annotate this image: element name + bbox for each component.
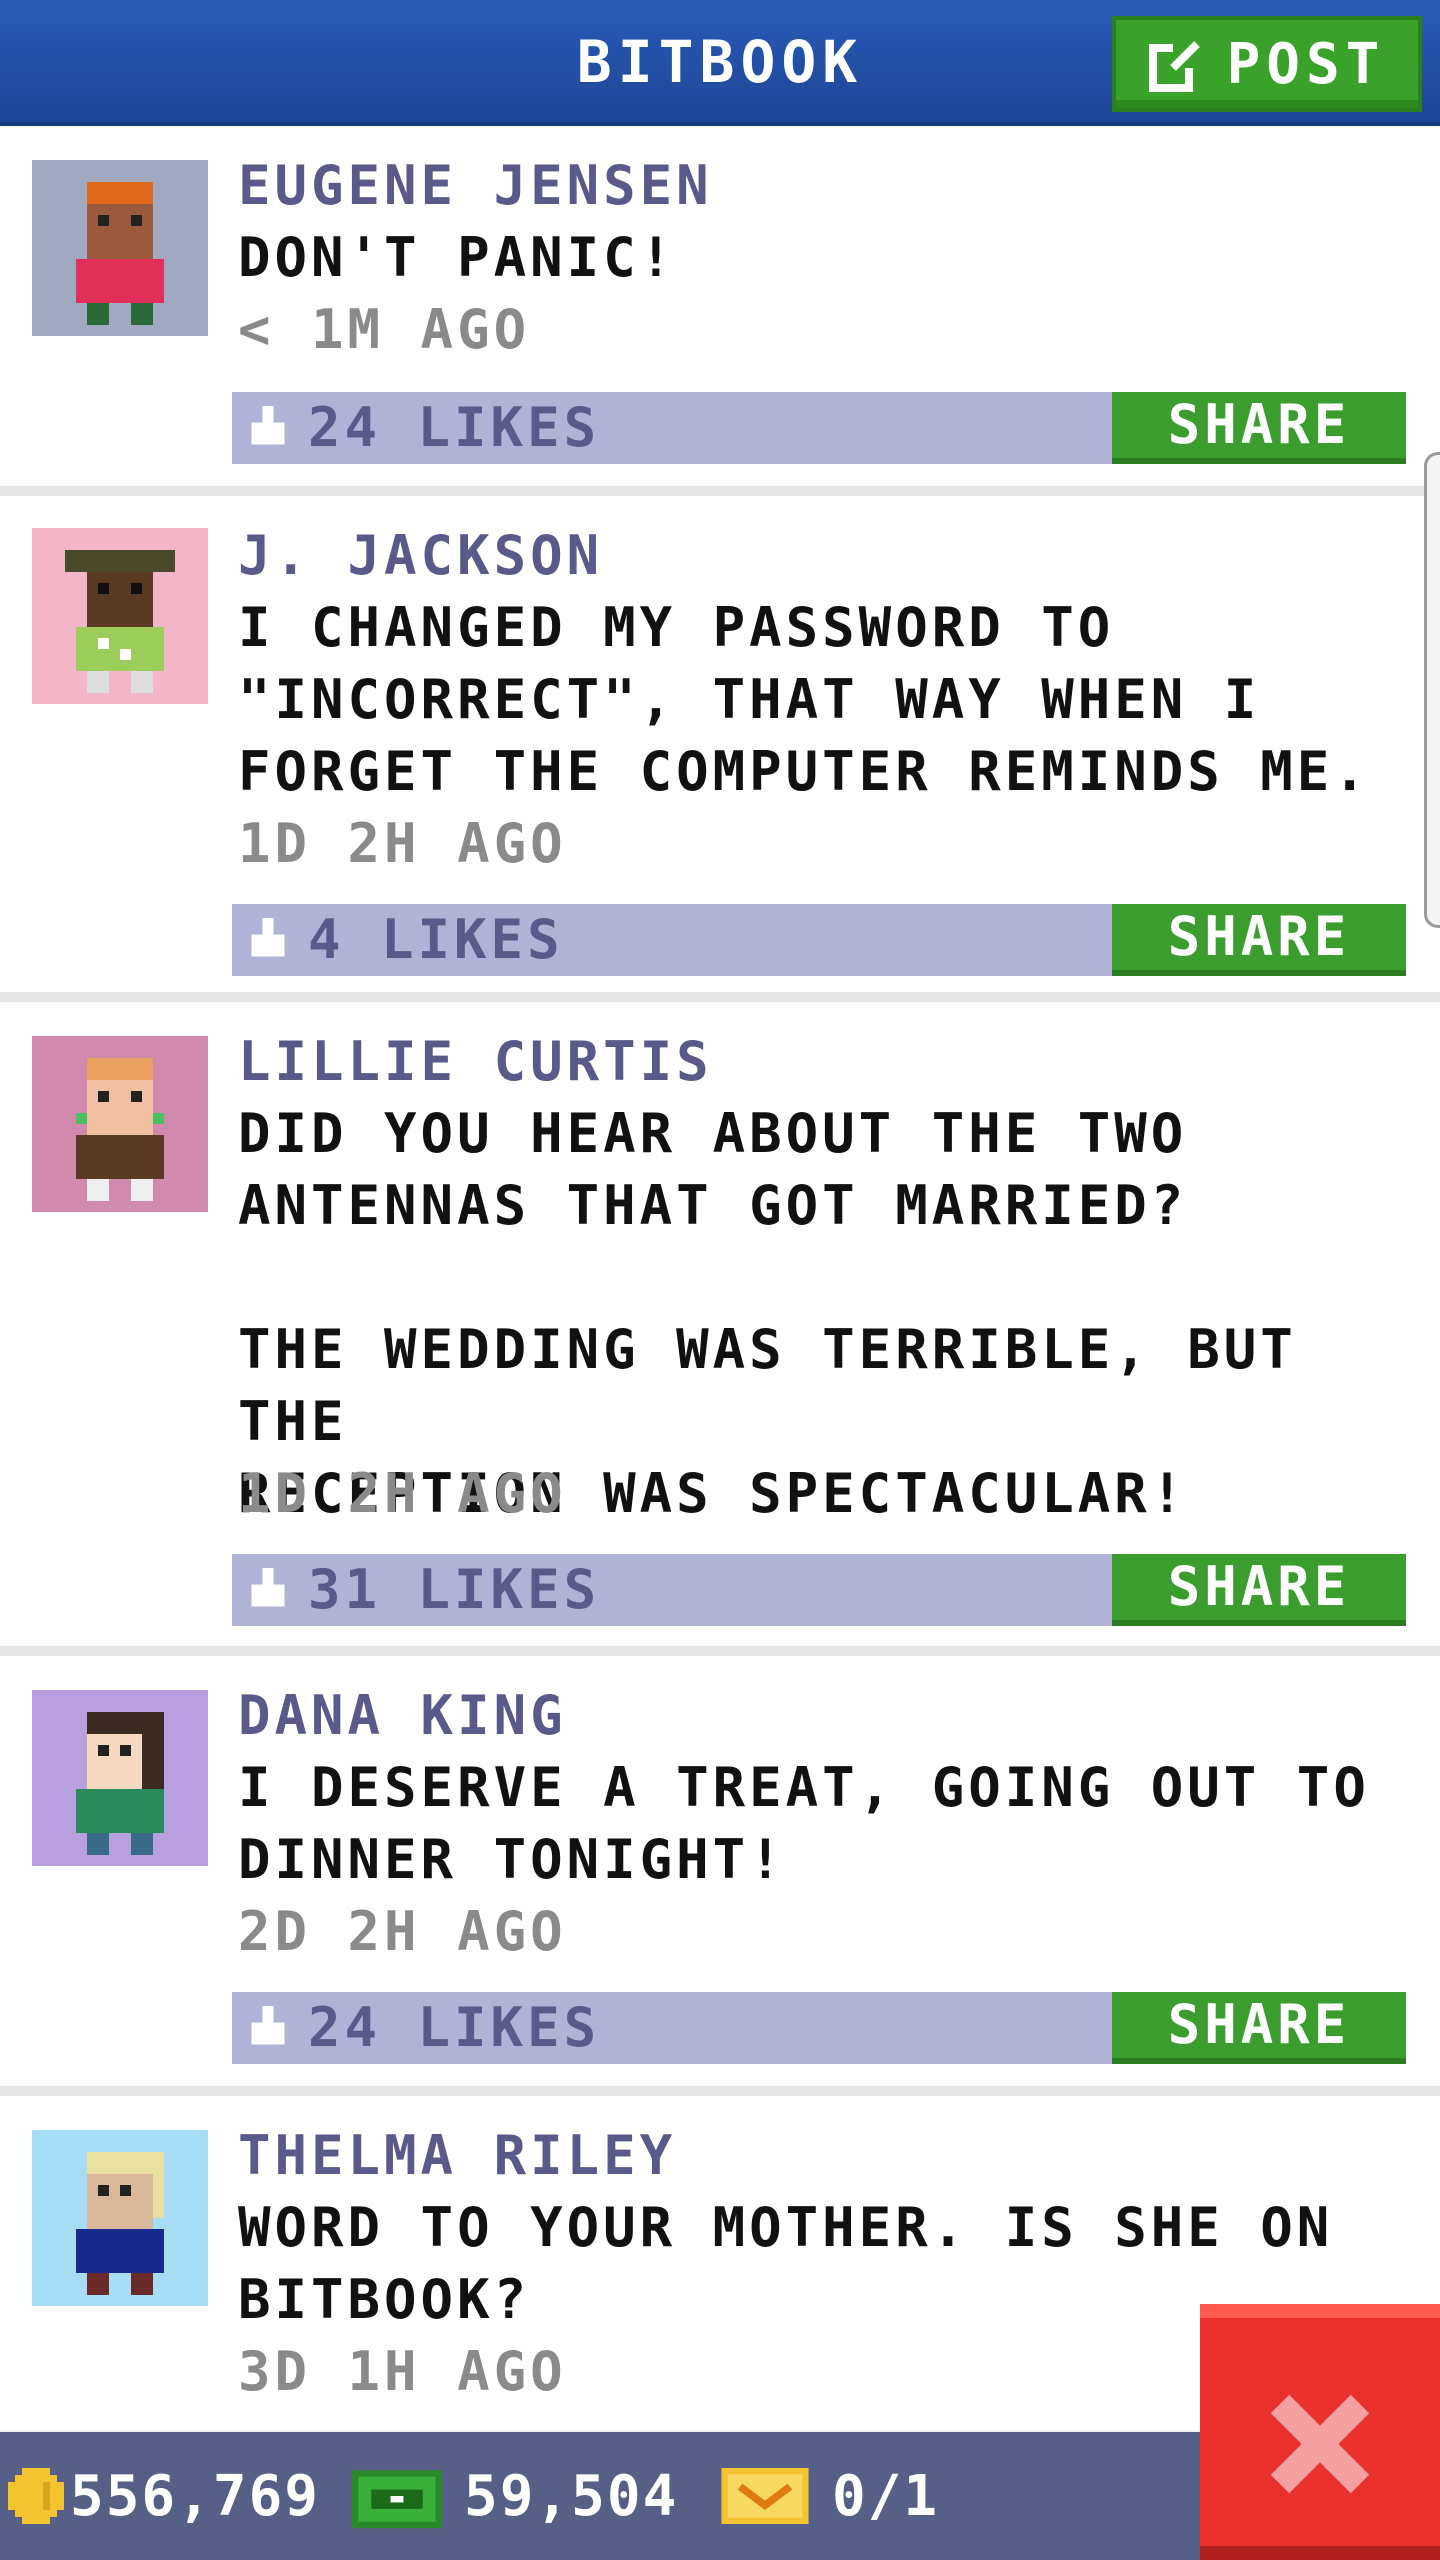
likes-count: 31 LIKES xyxy=(308,1558,601,1621)
thumbs-up-icon xyxy=(251,2006,285,2045)
likes-count: 24 LIKES xyxy=(308,396,601,459)
share-button[interactable]: SHARE xyxy=(1112,392,1406,464)
feed-post: LILLIE CURTIS DID YOU HEAR ABOUT THE TWO… xyxy=(0,1002,1440,1646)
post-time: 1D 2H AGO xyxy=(238,812,567,875)
likes-bar: 24 LIKES SHARE xyxy=(232,392,1406,464)
feed-post: J. JACKSON I CHANGED MY PASSWORD TO "INC… xyxy=(0,496,1440,992)
post-divider xyxy=(0,486,1440,496)
post-author[interactable]: DANA KING xyxy=(238,1680,567,1752)
avatar[interactable] xyxy=(32,1036,208,1212)
avatar-j-jackson xyxy=(32,528,208,704)
share-button[interactable]: SHARE xyxy=(1112,1554,1406,1626)
avatar-dana-king xyxy=(32,1690,208,1866)
edit-icon xyxy=(1148,40,1201,92)
ticket-icon xyxy=(721,2468,809,2524)
avatar-thelma-riley xyxy=(32,2130,208,2306)
app-header: BITBOOK POST xyxy=(0,0,1440,126)
post-divider xyxy=(0,2086,1440,2096)
thumbs-up-icon xyxy=(251,918,285,957)
coin-icon xyxy=(8,2468,64,2524)
share-button[interactable]: SHARE xyxy=(1112,904,1406,976)
likes-bar: 4 LIKES SHARE xyxy=(232,904,1406,976)
post-author[interactable]: THELMA RILEY xyxy=(238,2120,676,2192)
tickets-counter: 0/1 xyxy=(720,2456,939,2536)
bux-counter: 59,504 xyxy=(352,2456,678,2536)
post-author[interactable]: LILLIE CURTIS xyxy=(238,1026,713,1098)
avatar[interactable] xyxy=(32,528,208,704)
avatar-eugene-jensen xyxy=(32,160,208,336)
scrollbar-thumb[interactable] xyxy=(1424,452,1440,928)
post-author[interactable]: J. JACKSON xyxy=(238,520,603,592)
post-message: DON'T PANIC! xyxy=(238,226,677,289)
share-button[interactable]: SHARE xyxy=(1112,1992,1406,2064)
avatar-lillie-curtis xyxy=(32,1036,208,1212)
post-time: 3D 1H AGO xyxy=(238,2340,567,2403)
post-divider xyxy=(0,1646,1440,1656)
coins-counter: 556,769 xyxy=(8,2456,320,2536)
bux-value: 59,504 xyxy=(464,2463,679,2529)
post-time: 2D 2H AGO xyxy=(238,1900,567,1963)
bux-icon xyxy=(352,2470,442,2529)
feed-post: DANA KING I DESERVE A TREAT, GOING OUT T… xyxy=(0,1656,1440,2086)
likes-bar: 24 LIKES SHARE xyxy=(232,1992,1406,2064)
likes-bar: 31 LIKES SHARE xyxy=(232,1554,1406,1626)
post-author[interactable]: EUGENE JENSEN xyxy=(238,150,713,222)
feed[interactable]: EUGENE JENSEN DON'T PANIC! < 1M AGO 24 L… xyxy=(0,126,1440,2430)
post-button-label: POST xyxy=(1226,31,1386,97)
thumbs-up-icon xyxy=(251,1568,285,1607)
post-message: I DESERVE A TREAT, GOING OUT TO DINNER T… xyxy=(238,1756,1370,1891)
tickets-value: 0/1 xyxy=(832,2463,940,2529)
coins-value: 556,769 xyxy=(70,2463,321,2529)
avatar[interactable] xyxy=(32,2130,208,2306)
post-time: 1D 2H AGO xyxy=(238,1462,567,1525)
close-icon xyxy=(1270,2394,1370,2494)
avatar[interactable] xyxy=(32,160,208,336)
close-button[interactable] xyxy=(1200,2304,1440,2560)
post-message: I CHANGED MY PASSWORD TO "INCORRECT", TH… xyxy=(238,596,1370,803)
post-time: < 1M AGO xyxy=(238,298,531,361)
likes-count: 4 LIKES xyxy=(308,908,564,971)
feed-post: EUGENE JENSEN DON'T PANIC! < 1M AGO 24 L… xyxy=(0,126,1440,486)
likes-count: 24 LIKES xyxy=(308,1996,601,2059)
post-divider xyxy=(0,992,1440,1002)
avatar[interactable] xyxy=(32,1690,208,1866)
thumbs-up-icon xyxy=(251,406,285,445)
post-button[interactable]: POST xyxy=(1112,16,1422,112)
